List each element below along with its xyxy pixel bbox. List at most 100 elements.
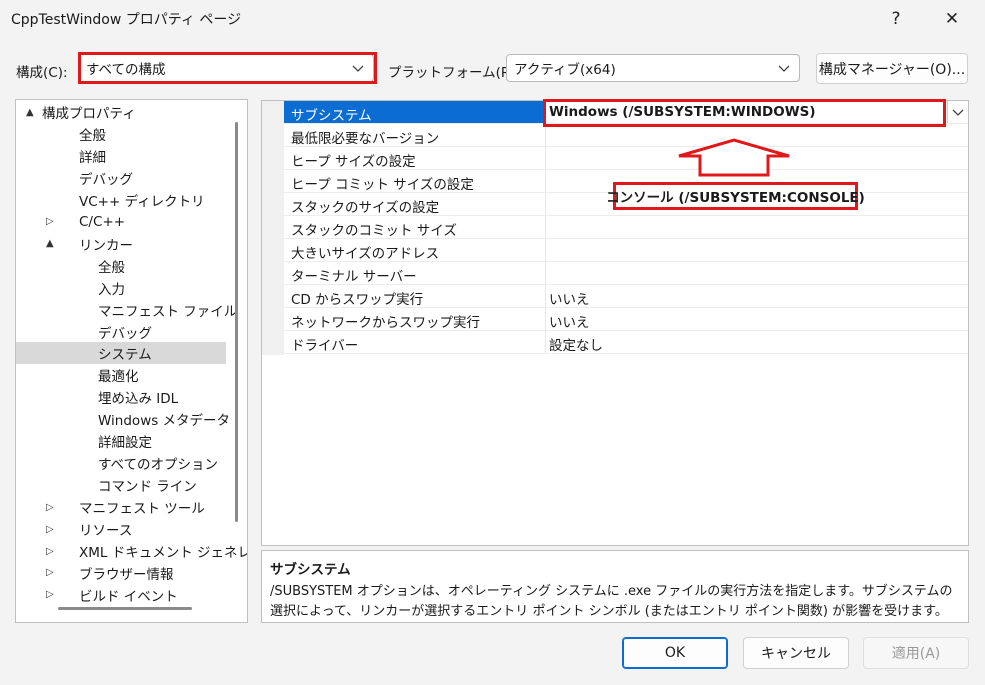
property-row[interactable]: ヒープ サイズの設定 <box>284 147 968 170</box>
tree-item[interactable]: 全般 <box>16 255 226 277</box>
tree-item-label: XML ドキュメント ジェネレータ <box>79 545 247 561</box>
tree-item[interactable]: ▷ リソース <box>16 518 226 540</box>
tree-item[interactable]: ▷ マニフェスト ツール <box>16 496 226 518</box>
description-text: /SUBSYSTEM オプションは、オペレーティング システムに .exe ファ… <box>270 584 953 619</box>
property-row[interactable]: ネットワークからスワップ実行 いいえ <box>284 308 968 331</box>
property-name: ターミナル サーバー <box>291 269 417 285</box>
column-divider <box>545 124 546 146</box>
platform-value: アクティブ(x64) <box>514 62 616 78</box>
ok-button[interactable]: OK <box>622 637 728 669</box>
collapsed-arrow-icon[interactable]: ▷ <box>46 567 54 578</box>
property-row[interactable]: ドライバー 設定なし <box>284 331 968 354</box>
tree-item[interactable]: 全般 <box>16 123 226 145</box>
property-name: CD からスワップ実行 <box>291 292 424 308</box>
description-pane: サブシステム /SUBSYSTEM オプションは、オペレーティング システムに … <box>261 550 969 623</box>
tree-item-label: コマンド ライン <box>98 479 197 496</box>
tree-item-label: マニフェスト ツール <box>79 501 205 518</box>
tree-item[interactable]: 埋め込み IDL <box>16 386 226 408</box>
property-row[interactable]: ターミナル サーバー <box>284 262 968 285</box>
property-value[interactable]: いいえ <box>549 311 590 331</box>
description-title: サブシステム <box>270 562 351 578</box>
tree-item-label: デバッグ <box>98 325 152 342</box>
chevron-down-icon <box>952 109 964 116</box>
property-row[interactable]: スタックのコミット サイズ <box>284 216 968 239</box>
collapsed-arrow-icon[interactable]: ▷ <box>46 589 54 600</box>
tree-item-label: ブラウザー情報 <box>79 566 174 583</box>
column-divider <box>545 147 546 169</box>
tree-item-label: すべてのオプション <box>98 457 219 474</box>
tree-item[interactable]: VC++ ディレクトリ <box>16 189 226 211</box>
tree-item[interactable]: ▲ 構成プロパティ <box>16 101 226 123</box>
tree-item[interactable]: コマンド ライン <box>16 474 226 496</box>
tree-item[interactable]: マニフェスト ファイル <box>16 299 237 321</box>
tree-item-label: 詳細 <box>79 149 106 166</box>
tree-item-label: 最適化 <box>98 369 139 386</box>
tree-item[interactable]: デバッグ <box>16 321 226 343</box>
collapsed-arrow-icon[interactable]: ▷ <box>46 546 54 557</box>
column-divider <box>545 193 546 215</box>
property-name: 大きいサイズのアドレス <box>291 246 440 262</box>
tree-item-label: リンカー <box>79 237 133 254</box>
property-name: ヒープ サイズの設定 <box>291 154 416 170</box>
column-divider <box>545 239 546 261</box>
tree-item[interactable]: ▷ ブラウザー情報 <box>16 562 226 584</box>
tree-item-label: ビルド イベント <box>79 588 178 605</box>
platform-dropdown[interactable]: アクティブ(x64) <box>506 54 800 82</box>
tree-item[interactable]: 入力 <box>16 277 226 299</box>
tree-item-label: 詳細設定 <box>98 435 152 452</box>
tree-item-label: マニフェスト ファイル <box>98 303 238 320</box>
tree-item[interactable]: すべてのオプション <box>16 452 226 474</box>
property-name: スタックのコミット サイズ <box>291 223 457 239</box>
property-grid[interactable]: サブシステム Windows (/SUBSYSTEM:WINDOWS) 最低限必要な… <box>261 100 969 546</box>
tree-item[interactable]: 詳細設定 <box>16 430 226 452</box>
property-row[interactable]: 大きいサイズのアドレス <box>284 239 968 262</box>
console-annotation: コンソール (/SUBSYSTEM:CONSOLE) <box>606 182 865 210</box>
tree-item-label: Windows メタデータ <box>98 413 231 430</box>
property-name: サブシステム <box>291 108 372 124</box>
tree-item[interactable]: ▷ XML ドキュメント ジェネレータ <box>16 540 247 562</box>
expanded-arrow-icon[interactable]: ▲ <box>26 107 34 118</box>
tree-vertical-scrollbar[interactable] <box>235 122 238 522</box>
column-divider <box>545 308 546 330</box>
property-value[interactable]: いいえ <box>549 288 590 308</box>
tree-item-label: 構成プロパティ <box>42 106 136 122</box>
property-value[interactable]: 設定なし <box>549 334 603 354</box>
tree-item[interactable]: ▷ ビルド イベント <box>16 584 226 606</box>
tree-horizontal-scrollbar[interactable] <box>58 607 192 610</box>
tree-item[interactable]: システム <box>16 342 226 365</box>
collapsed-arrow-icon[interactable]: ▷ <box>46 524 54 535</box>
column-divider <box>545 331 546 353</box>
collapsed-arrow-icon[interactable]: ▷ <box>46 502 54 513</box>
tree-item[interactable]: ▷ C/C++ <box>16 211 226 233</box>
property-row[interactable]: サブシステム Windows (/SUBSYSTEM:WINDOWS) <box>284 101 968 124</box>
window-title: CppTestWindow プロパティ ページ <box>11 12 242 28</box>
property-value[interactable]: Windows (/SUBSYSTEM:WINDOWS) <box>549 104 816 120</box>
column-divider <box>545 101 546 123</box>
property-row[interactable]: CD からスワップ実行 いいえ <box>284 285 968 308</box>
collapsed-arrow-icon[interactable]: ▷ <box>46 216 54 227</box>
tree-item[interactable]: 詳細 <box>16 145 226 167</box>
tree-item-label: VC++ ディレクトリ <box>79 193 205 210</box>
column-divider <box>545 262 546 284</box>
property-name: スタックのサイズの設定 <box>291 200 440 216</box>
value-dropdown-button[interactable] <box>947 101 968 123</box>
close-button[interactable]: ✕ <box>929 0 975 38</box>
tree-item[interactable]: 最適化 <box>16 364 226 386</box>
platform-label: プラットフォーム(P): <box>388 65 519 81</box>
config-dropdown[interactable]: すべての構成 <box>78 54 374 82</box>
chevron-down-icon <box>778 65 790 72</box>
property-tree[interactable]: ▲ 構成プロパティ 全般 詳細 デバッグ VC++ ディレクトリ ▷ C/C++ ▲ リンカー 全般… <box>15 99 248 623</box>
tree-item[interactable]: ▲ リンカー <box>16 233 226 255</box>
config-manager-button[interactable]: 構成マネージャー(O)... <box>816 53 968 84</box>
tree-item-label: デバッグ <box>79 171 133 188</box>
property-name: ヒープ コミット サイズの設定 <box>291 177 474 193</box>
help-button[interactable]: ? <box>873 0 919 38</box>
tree-item[interactable]: デバッグ <box>16 167 226 189</box>
tree-item[interactable]: Windows メタデータ <box>16 408 230 430</box>
expanded-arrow-icon[interactable]: ▲ <box>46 238 54 249</box>
cancel-button[interactable]: キャンセル <box>743 637 849 669</box>
apply-button[interactable]: 適用(A) <box>863 637 969 669</box>
tree-item-label: 埋め込み IDL <box>98 391 179 408</box>
grid-gutter <box>262 101 284 355</box>
property-row[interactable]: 最低限必要なバージョン <box>284 124 968 147</box>
